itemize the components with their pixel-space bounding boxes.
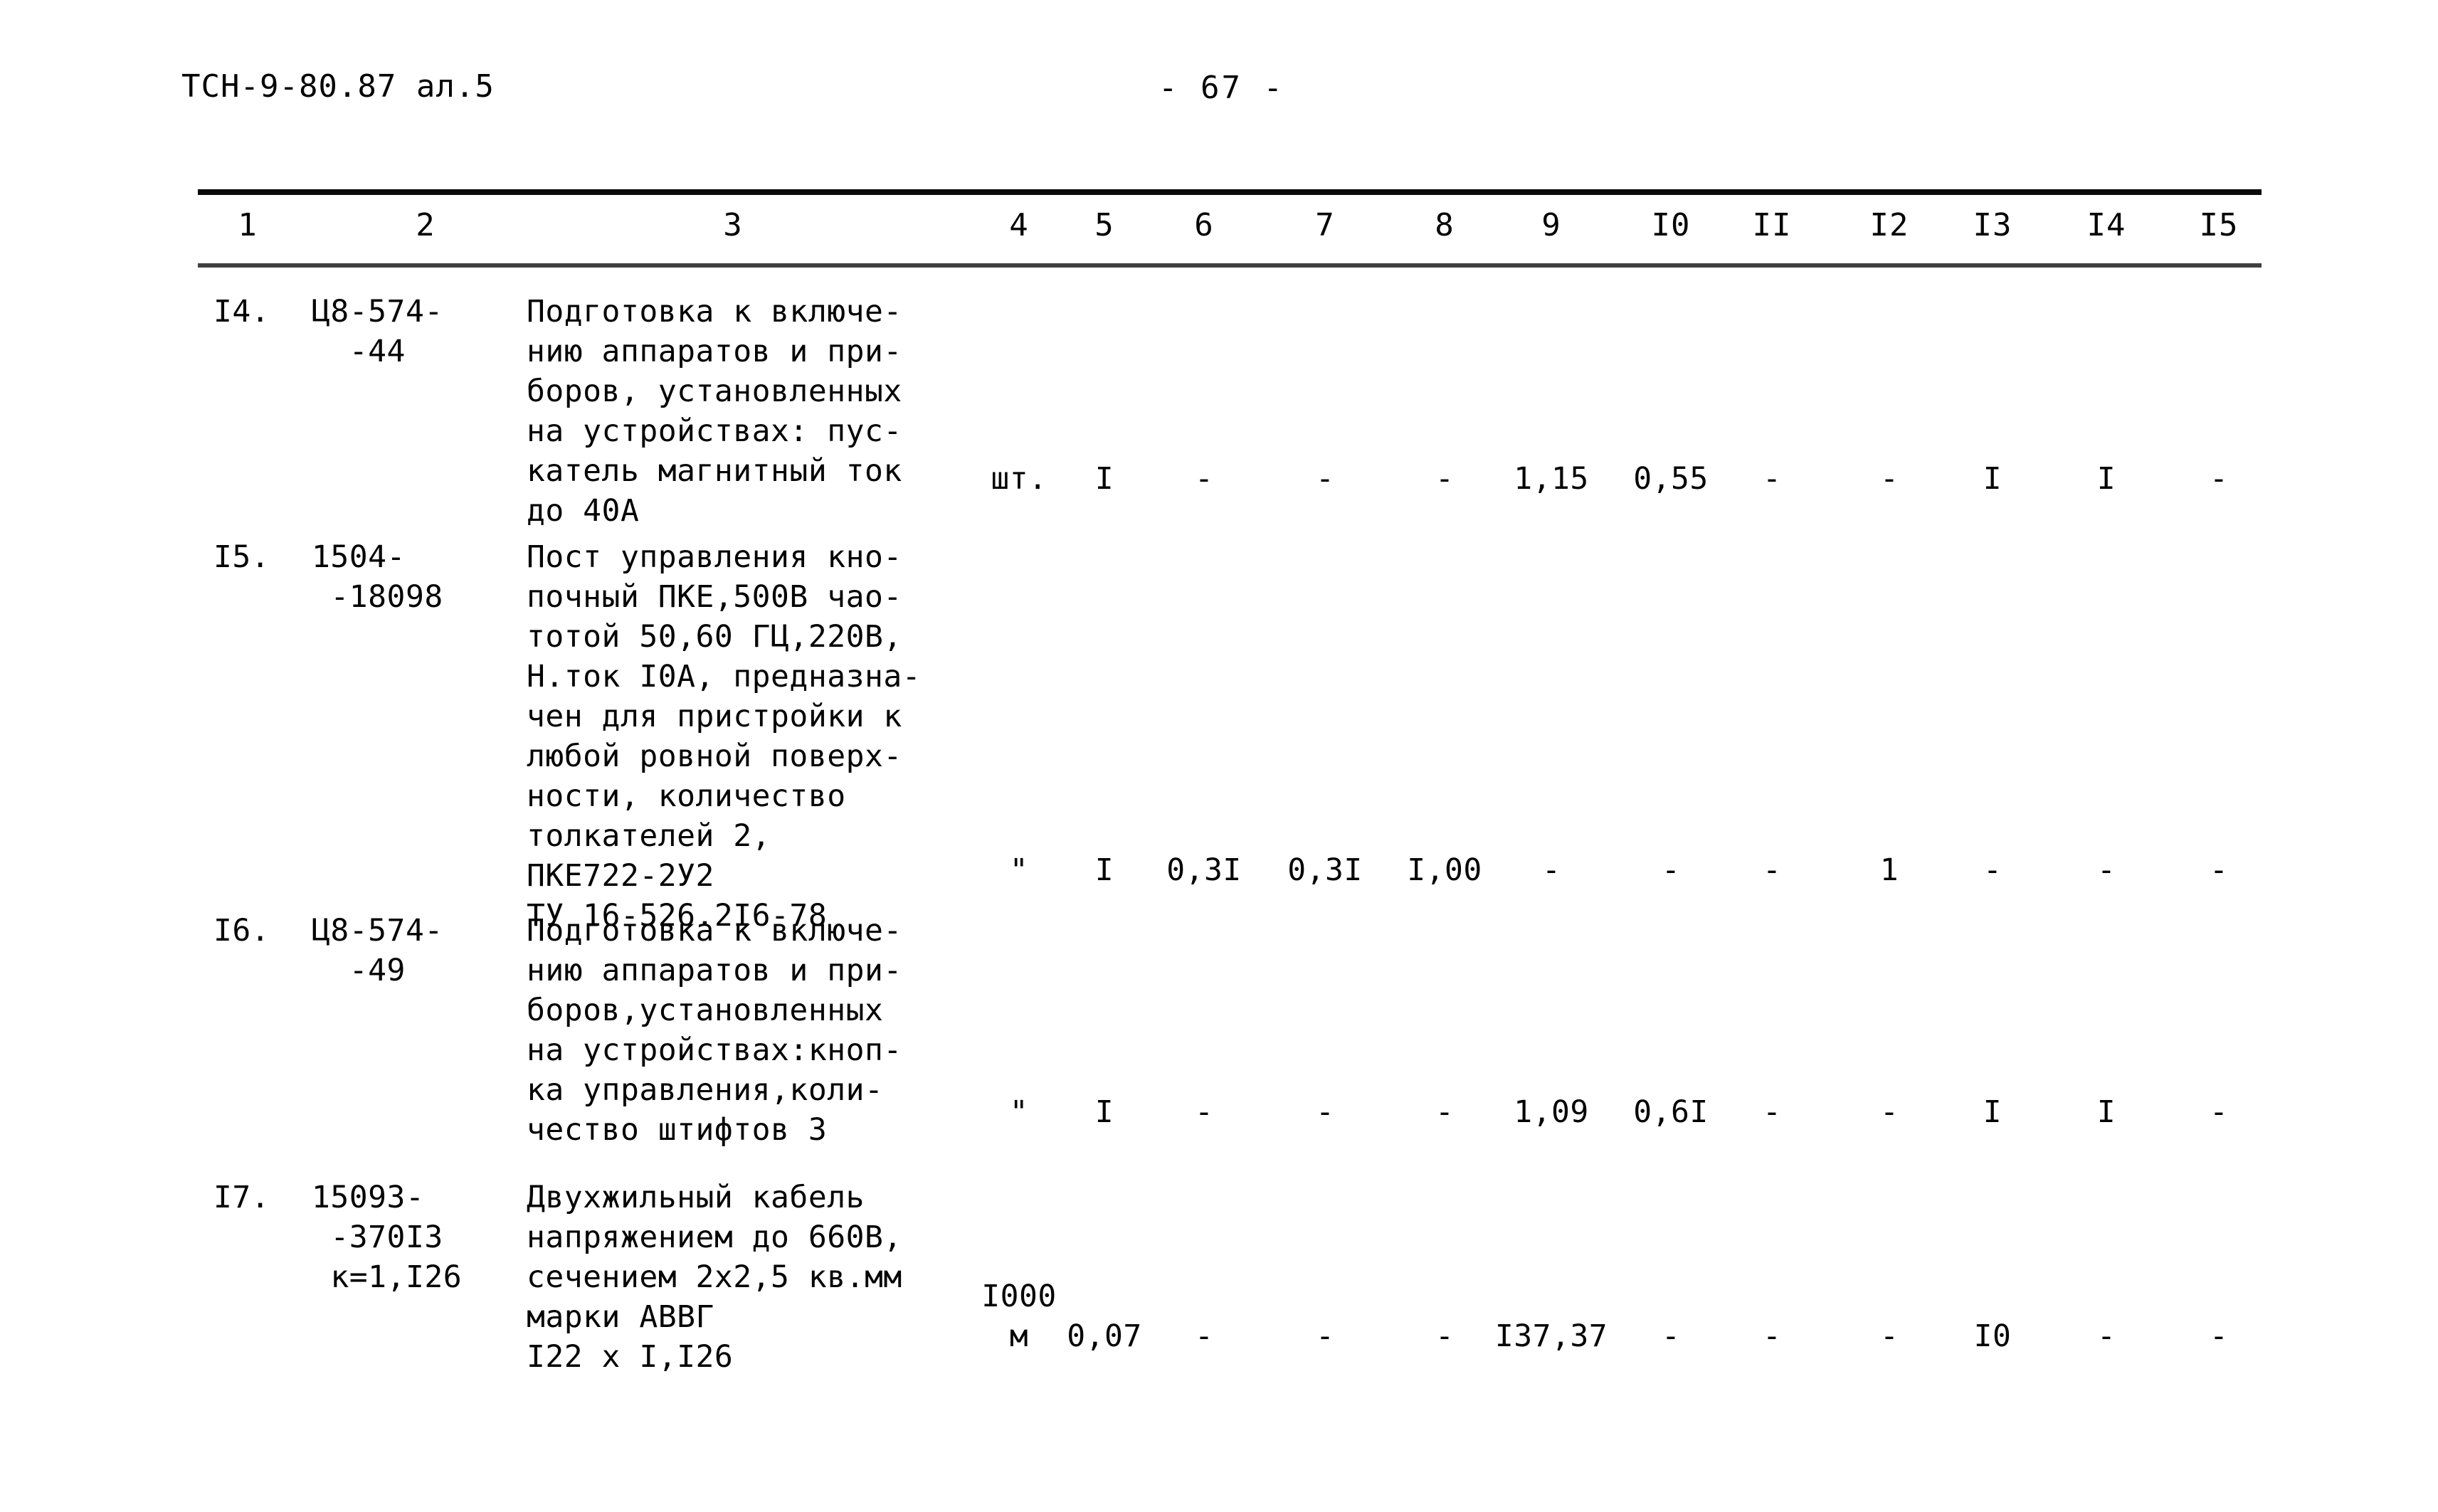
document-header: ТСН-9-80.87 ал.5 - 67 - (0, 68, 2438, 118)
column-header-2: 2 (416, 207, 436, 243)
row-value-col-11: - (1763, 461, 1781, 497)
column-header-4: 4 (1009, 207, 1029, 243)
row-index: I7. (213, 1180, 270, 1215)
row-value-col-7: - (1316, 1094, 1334, 1130)
row-value-col-5: I (1094, 1094, 1114, 1130)
row-code: 1504- -18098 (312, 539, 443, 615)
row-description: Подготовка к включе- нию аппаратов и при… (527, 913, 902, 1148)
row-index: I5. (213, 539, 270, 575)
row-value-col-5: I (1094, 852, 1114, 888)
row-value-col-13: - (1983, 852, 2002, 888)
row-value-col-11: - (1763, 1094, 1781, 1130)
row-value-col-12: 1 (1879, 852, 1899, 888)
row-value-col-14: I (2096, 461, 2116, 497)
row-value-col-13: I (1983, 461, 2002, 497)
row-value-col-8: I,00 (1407, 852, 1482, 888)
row-value-col-14: - (2097, 852, 2116, 888)
row-unit: I000 м (981, 1279, 1057, 1354)
column-header-8: 8 (1435, 207, 1455, 243)
row-value-col-6: - (1195, 461, 1213, 497)
row-code: 15093- -370I3 к=1,I26 (312, 1180, 463, 1295)
row-value-col-10: 0,55 (1633, 461, 1709, 497)
row-value-col-8: - (1435, 1318, 1454, 1354)
row-value-col-9: - (1542, 852, 1561, 888)
row-unit: " (1009, 852, 1029, 888)
document-page: ТСН-9-80.87 ал.5 - 67 - 1 2 3 4 5 6 7 8 9 I0 II I2 I… (0, 0, 2438, 1512)
row-value-col-8: - (1435, 1094, 1454, 1130)
column-header-9: 9 (1541, 207, 1561, 243)
row-value-col-7: - (1316, 461, 1334, 497)
row-value-col-5: I (1094, 461, 1114, 497)
row-value-col-14: - (2097, 1318, 2116, 1354)
row-value-col-11: - (1763, 1318, 1781, 1354)
row-value-col-15: - (2210, 1094, 2228, 1130)
row-value-col-15: - (2210, 461, 2228, 497)
row-value-col-12: - (1880, 1318, 1899, 1354)
document-code: ТСН-9-80.87 ал.5 (181, 68, 495, 105)
table-top-rule (198, 189, 2262, 195)
row-value-col-8: - (1435, 461, 1454, 497)
row-value-col-6: 0,3I (1166, 852, 1242, 888)
column-header-15: I5 (2199, 207, 2239, 243)
row-description: Двухжильный кабель напряжением до 660В, … (527, 1180, 902, 1375)
row-code: Ц8-574- -44 (312, 294, 443, 369)
row-value-col-6: - (1195, 1318, 1213, 1354)
column-header-5: 5 (1094, 207, 1114, 243)
row-index: I4. (213, 294, 270, 329)
page-number: - 67 - (1159, 70, 1284, 106)
row-unit: шт. (991, 461, 1048, 497)
row-value-col-10: - (1662, 852, 1680, 888)
row-value-col-9: 1,15 (1514, 461, 1589, 497)
row-value-col-6: - (1195, 1094, 1213, 1130)
column-header-11: II (1752, 207, 1792, 243)
row-value-col-15: - (2210, 852, 2228, 888)
column-header-14: I4 (2086, 207, 2126, 243)
row-value-col-12: - (1880, 461, 1899, 497)
row-value-col-13: I (1983, 1094, 2002, 1130)
column-header-1: 1 (238, 207, 258, 243)
row-value-col-11: - (1763, 852, 1781, 888)
column-header-6: 6 (1194, 207, 1214, 243)
row-value-col-7: - (1316, 1318, 1334, 1354)
row-description: Пост управления кно- почный ПКЕ,500В чао… (527, 539, 922, 934)
row-value-col-14: I (2096, 1094, 2116, 1130)
row-value-col-13: I0 (1973, 1318, 2012, 1354)
column-header-3: 3 (723, 207, 743, 243)
row-value-col-9: I37,37 (1494, 1318, 1608, 1354)
row-description: Подготовка к включе- нию аппаратов и при… (527, 294, 902, 529)
column-header-7: 7 (1315, 207, 1335, 243)
row-value-col-12: - (1880, 1094, 1899, 1130)
row-index: I6. (213, 913, 270, 948)
row-code: Ц8-574- -49 (312, 913, 443, 988)
table-header-rule (198, 263, 2262, 268)
row-value-col-10: 0,6I (1633, 1094, 1709, 1130)
row-value-col-9: 1,09 (1514, 1094, 1589, 1130)
column-header-13: I3 (1973, 207, 2012, 243)
row-value-col-7: 0,3I (1287, 852, 1363, 888)
column-header-12: I2 (1869, 207, 1909, 243)
row-value-col-5: 0,07 (1067, 1318, 1142, 1354)
row-unit: " (1009, 1094, 1029, 1130)
row-value-col-10: - (1662, 1318, 1680, 1354)
row-value-col-15: - (2210, 1318, 2228, 1354)
column-header-10: I0 (1651, 207, 1691, 243)
